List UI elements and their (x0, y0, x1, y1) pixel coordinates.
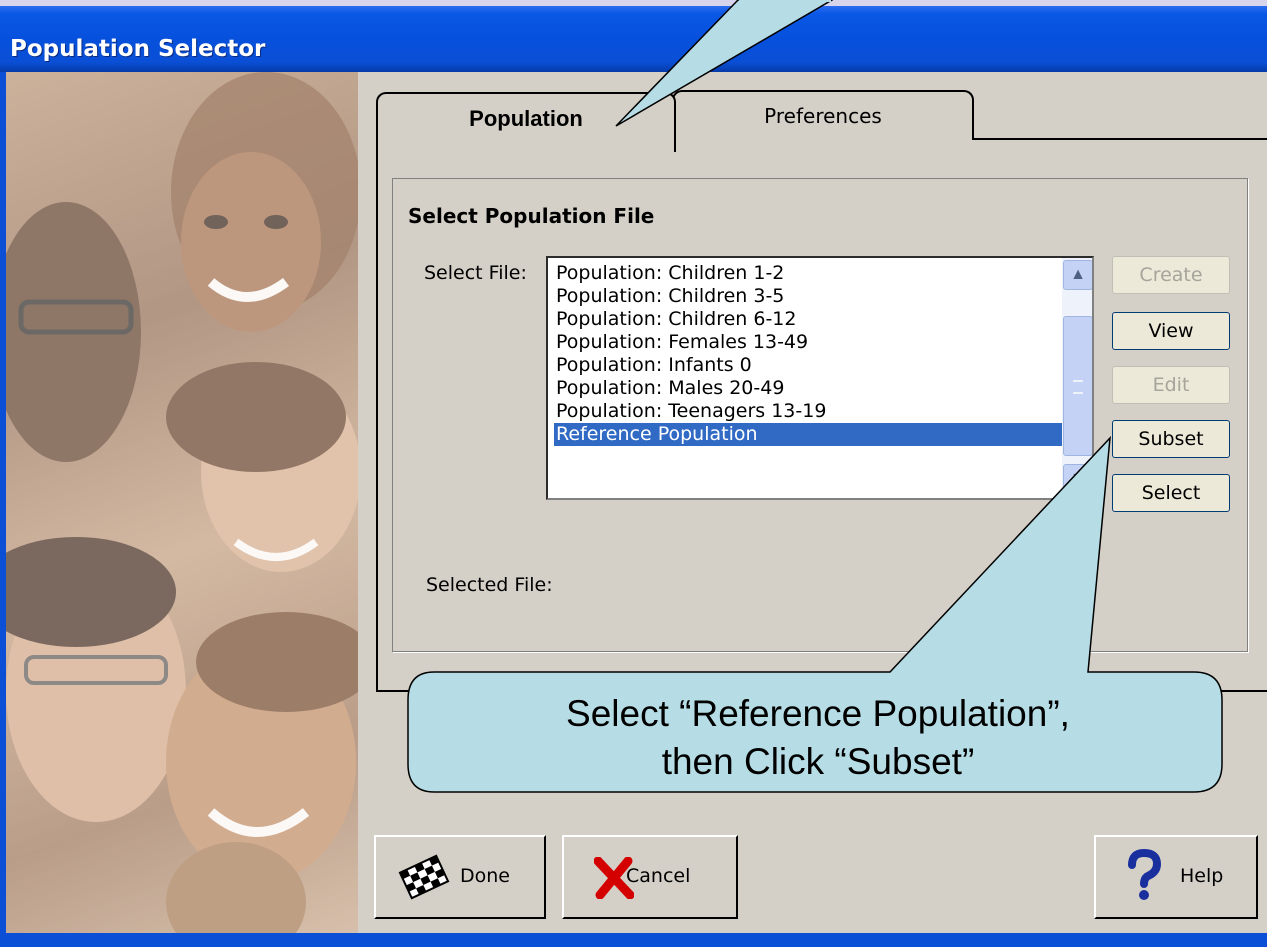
list-item[interactable]: Population: Infants 0 (554, 354, 1062, 377)
callout-text: Select “Reference Population”, then Clic… (410, 690, 1226, 786)
cancel-label: Cancel (626, 865, 691, 887)
section-title: Select Population File (408, 204, 655, 228)
window-title: Population Selector (10, 36, 266, 62)
callout-pointer-top (615, 0, 834, 127)
list-item[interactable]: Population: Teenagers 13-19 (554, 400, 1062, 423)
done-label: Done (460, 865, 510, 887)
create-button[interactable]: Create (1112, 256, 1230, 294)
select-file-label: Select File: (424, 262, 527, 284)
cancel-button[interactable]: Cancel (562, 835, 738, 919)
window-frame-bottom (0, 933, 1267, 947)
callout-line-1: Select “Reference Population”, (566, 693, 1070, 734)
scroll-up-arrow-icon[interactable]: ▲ (1063, 260, 1092, 290)
list-item[interactable]: Population: Children 6-12 (554, 308, 1062, 331)
help-label: Help (1180, 865, 1224, 887)
view-button[interactable]: View (1112, 312, 1230, 350)
list-item[interactable]: Population: Children 1-2 (554, 262, 1062, 285)
list-item[interactable]: Population: Males 20-49 (554, 377, 1062, 400)
people-photo (6, 72, 358, 933)
question-mark-icon (1128, 849, 1162, 900)
edit-button[interactable]: Edit (1112, 366, 1230, 404)
done-button[interactable]: Done (374, 835, 546, 919)
checkered-flag-icon (398, 854, 450, 900)
list-item[interactable]: Population: Females 13-49 (554, 331, 1062, 354)
list-item[interactable]: Population: Children 3-5 (554, 285, 1062, 308)
people-photo-illustration (6, 72, 358, 933)
callout-line-2: then Click “Subset” (661, 741, 975, 782)
help-button[interactable]: Help (1094, 835, 1258, 919)
grip-icon (1073, 380, 1083, 394)
